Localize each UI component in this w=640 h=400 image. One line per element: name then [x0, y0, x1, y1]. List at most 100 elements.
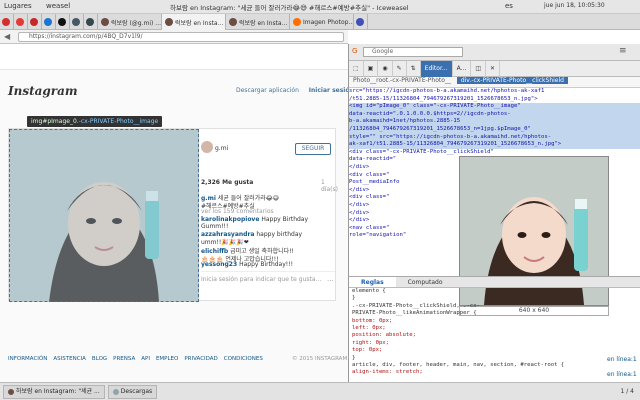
console-icon[interactable]: ▣: [364, 60, 379, 77]
css-selector[interactable]: .-cx-PRIVATE-Photo__clickShield, .-cx-: [352, 303, 640, 310]
tab-favicon-icon: [293, 18, 301, 26]
rule-source-link[interactable]: en línea:1: [607, 371, 637, 378]
pinned-tab[interactable]: [42, 14, 56, 30]
markup-line[interactable]: style="" src="https://igcdn-photos-b-a.a…: [349, 133, 640, 142]
header-links: Descargar aplicación Iniciar sesión: [228, 87, 354, 94]
browser-tab[interactable]: 럭보람 en Insta...: [226, 14, 290, 30]
css-declaration[interactable]: top: 0px;: [352, 347, 640, 354]
footer-link[interactable]: INFORMACIÓN: [8, 356, 47, 362]
footer-link[interactable]: BLOG: [92, 356, 107, 362]
tab-label: 럭보람 en Insta...: [175, 19, 224, 27]
pinned-tab[interactable]: [56, 14, 70, 30]
comment-input[interactable]: Inicia sesión para indicar que te gusta.…: [201, 271, 335, 283]
tab-label: Imagen Photop...: [303, 18, 354, 26]
css-selector[interactable]: }: [352, 355, 640, 362]
tooltip-class: .-cx-PRIVATE-Photo__image: [76, 118, 159, 125]
rules-view[interactable]: elemento {} .-cx-PRIVATE-Photo__clickShie…: [349, 288, 640, 382]
workspace-pager[interactable]: 1 / 4: [621, 388, 634, 395]
footer-link[interactable]: EMPLEO: [156, 356, 178, 362]
close-icon[interactable]: ✕: [486, 60, 501, 77]
markup-line[interactable]: b-a.akamaihd=1net/hphotos.2885-15: [349, 118, 640, 126]
language-indicator[interactable]: es: [505, 2, 513, 10]
rules-tab-strip: Reglas Computado: [349, 276, 640, 288]
breadcrumb-item[interactable]: Photo__root.-cx-PRIVATE-Photo__: [349, 77, 455, 84]
tab-label: 럭보람 (@g.mi) ...: [111, 19, 162, 27]
style-icon[interactable]: ✎: [393, 60, 407, 77]
pinned-tab[interactable]: [354, 14, 368, 30]
footer-link[interactable]: ASISTENCIA: [53, 356, 86, 362]
css-selector[interactable]: PRIVATE-Photo__likeAnimationWrapper {: [352, 310, 640, 317]
comment-line: yessong23 Happy Birthday!!!: [201, 261, 293, 268]
post-sidebar: g.mi SEGUIR 2,326 Me gusta 1 día(s) g.mi…: [201, 129, 338, 302]
tab-computed[interactable]: Computado: [396, 277, 455, 287]
css-declaration[interactable]: bottom: 0px;: [352, 318, 640, 325]
comment-username[interactable]: azzahrasyandra: [201, 231, 254, 238]
comment-line[interactable]: ver los 159 comentarios: [201, 208, 274, 215]
css-selector[interactable]: elemento {: [352, 288, 640, 295]
post-photo[interactable]: [9, 129, 199, 302]
breadcrumb-item-selected[interactable]: div.-cx-PRIVATE-Photo__clickShield: [456, 77, 568, 84]
css-declaration[interactable]: position: absolute;: [352, 332, 640, 339]
markup-line[interactable]: /11326804_794679267319201_1526678653_n=1…: [349, 125, 640, 134]
comment-line: Gumm!!!: [201, 223, 228, 230]
browser-tab[interactable]: 럭보람 en Insta...: [162, 14, 226, 30]
tab-favicon-icon: [71, 18, 80, 26]
pinned-tab[interactable]: [84, 14, 98, 30]
css-declaration[interactable]: align-items: stretch;: [352, 369, 640, 376]
browser-tab[interactable]: Imagen Photop...: [290, 14, 354, 30]
network-icon[interactable]: ⇅: [407, 60, 421, 77]
markup-line[interactable]: data-reactid=".0.1.0.0.0.$https=2//igcdn…: [349, 110, 640, 119]
taskbar-item-downloads[interactable]: Descargas: [107, 384, 158, 399]
post-username[interactable]: g.mi: [215, 145, 228, 152]
tab-rules[interactable]: Reglas: [349, 277, 396, 287]
footer-link[interactable]: CONDICIONES: [224, 356, 263, 362]
menu-icon[interactable]: ≡: [619, 46, 627, 56]
comment-username[interactable]: yessong23: [201, 261, 237, 268]
footer-link[interactable]: PRIVACIDAD: [184, 356, 217, 362]
pinned-tab[interactable]: [14, 14, 28, 30]
pinned-tab[interactable]: [0, 14, 14, 30]
search-input[interactable]: Google: [363, 47, 463, 57]
rule-source-link[interactable]: en línea:1: [607, 356, 637, 363]
avatar[interactable]: [201, 141, 213, 153]
taskbar-label: 하보람 en Instagram: "세균 ...: [16, 387, 100, 395]
css-selector[interactable]: article, div, footer, header, main, nav,…: [352, 362, 640, 369]
markup-line[interactable]: <img id="pImage_0" class="-cx-PRIVATE-Ph…: [349, 103, 640, 111]
pinned-tab[interactable]: [70, 14, 84, 30]
inspector-pick-icon[interactable]: ⬚: [349, 60, 364, 77]
tab-a[interactable]: A...: [453, 60, 472, 77]
markup-line[interactable]: src="https://igcdn-photos-b-a.akamaihd.n…: [349, 88, 640, 96]
follow-button[interactable]: SEGUIR: [295, 143, 331, 155]
browser-tab[interactable]: 럭보람 (@g.mi) ...: [98, 14, 162, 30]
footer-link[interactable]: PRENSA: [113, 356, 135, 362]
instagram-logo[interactable]: Instagram: [8, 84, 78, 98]
app-menu-weasel[interactable]: weasel: [46, 2, 70, 10]
tab-favicon-icon: [15, 18, 24, 26]
pinned-tab[interactable]: [28, 14, 42, 30]
markup-line[interactable]: ak-xaf1/t51.2885-15/11326804_79467926731…: [349, 141, 640, 149]
places-menu[interactable]: Lugares: [4, 2, 32, 10]
post-age: 1 día(s): [321, 179, 338, 193]
comment-username[interactable]: karolinakpopiove: [201, 216, 259, 223]
tab-editor[interactable]: Editor...: [420, 60, 453, 77]
css-declaration[interactable]: right: 0px;: [352, 340, 640, 347]
browser-tab-strip: 럭보람 (@g.mi) ... 럭보람 en Insta... 럭보람 en Ins…: [0, 14, 640, 30]
css-declaration[interactable]: left: 0px;: [352, 325, 640, 332]
login-link[interactable]: Iniciar sesión: [309, 87, 354, 94]
likes-count[interactable]: 2,326 Me gusta: [201, 179, 253, 186]
split-icon[interactable]: ◫: [471, 60, 486, 77]
comment-text: happy birthday: [254, 231, 303, 238]
comment-line: karolinakpopiove Happy Birthday: [201, 216, 308, 223]
footer-link[interactable]: API: [141, 356, 150, 362]
url-input[interactable]: https://instagram.com/p/4BQ_D7v1l9/: [18, 32, 344, 42]
markup-line[interactable]: /t51.2885-15/11326804_794679267319201_15…: [349, 96, 640, 104]
more-options-icon[interactable]: ...: [327, 275, 334, 283]
debugger-icon[interactable]: ◉: [378, 60, 393, 77]
download-app-link[interactable]: Descargar aplicación: [236, 87, 299, 94]
css-selector[interactable]: }: [352, 295, 640, 302]
taskbar-item-browser[interactable]: 하보람 en Instagram: "세균 ...: [3, 384, 105, 399]
browser-icon: [8, 388, 14, 395]
clock[interactable]: jue jun 18, 10:05:30: [544, 2, 605, 9]
back-arrow-icon[interactable]: ◀: [4, 32, 10, 41]
breadcrumb: Photo__root.-cx-PRIVATE-Photo__ div.-cx-…: [349, 77, 640, 88]
